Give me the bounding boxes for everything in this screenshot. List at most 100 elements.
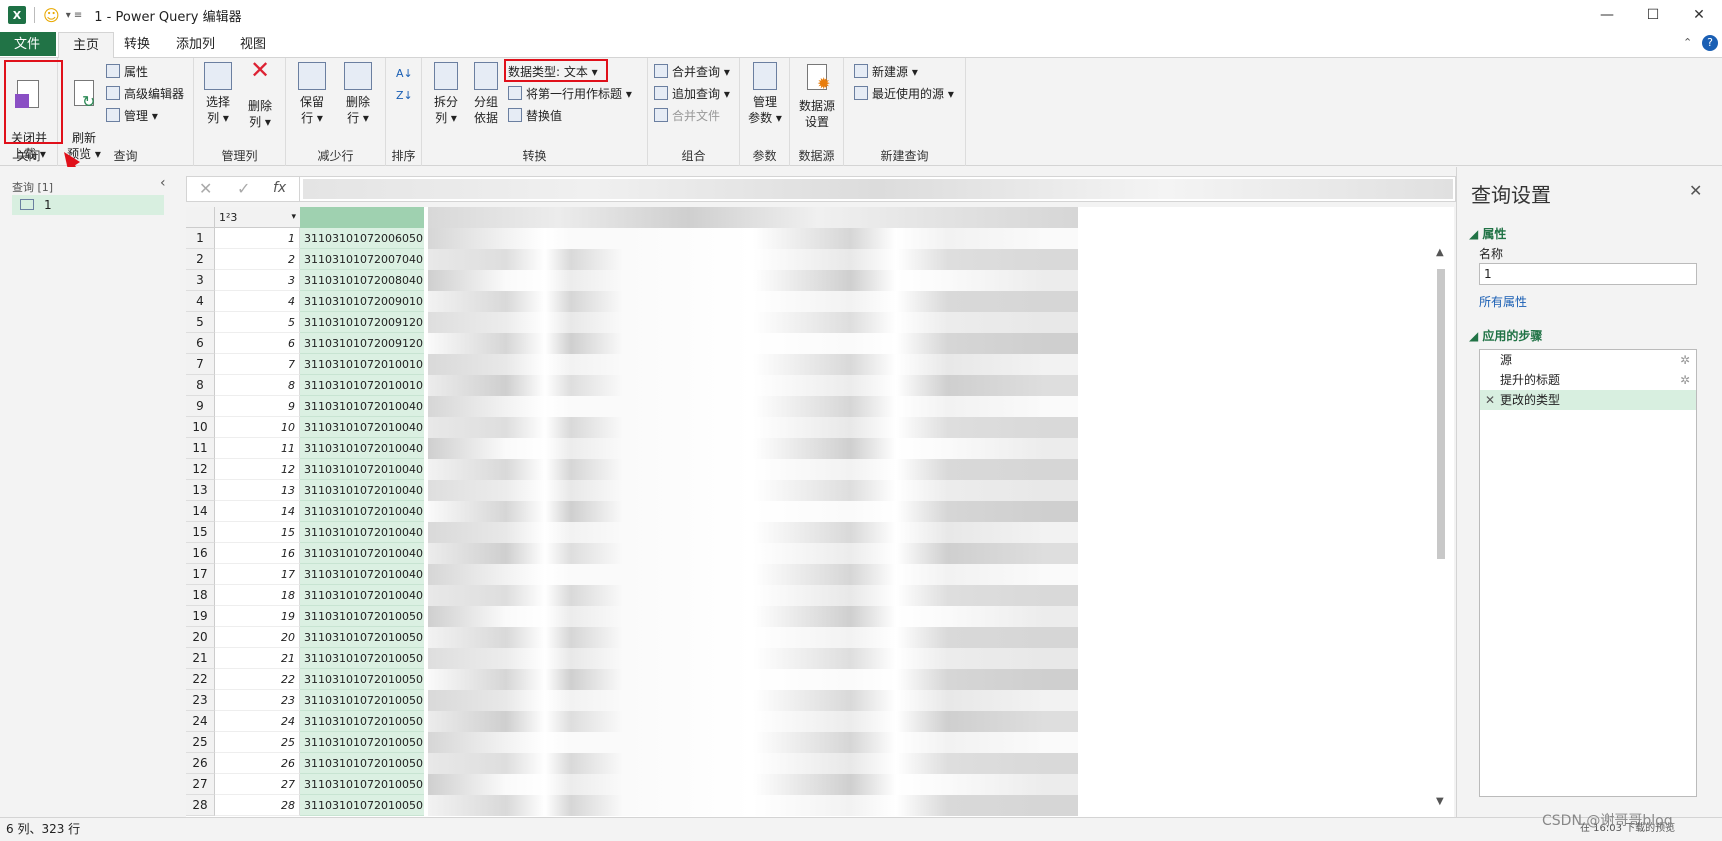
help-icon[interactable]: ? — [1702, 35, 1718, 51]
cell-index[interactable]: 21 — [215, 648, 300, 669]
step-promoted-headers[interactable]: 提升的标题 ✲ — [1480, 370, 1696, 390]
cancel-formula-icon[interactable]: ✕ — [199, 179, 212, 198]
cell-index[interactable]: 13 — [215, 480, 300, 501]
cell-code[interactable]: 31103101072010040... — [300, 543, 424, 564]
cell-index[interactable]: 19 — [215, 606, 300, 627]
row-number[interactable]: 26 — [186, 753, 215, 774]
properties-button[interactable]: 属性 — [106, 62, 148, 82]
row-number[interactable]: 12 — [186, 459, 215, 480]
cell-code[interactable]: 31103101072010040... — [300, 459, 424, 480]
cell-index[interactable]: 23 — [215, 690, 300, 711]
tab-home[interactable]: 主页 — [58, 32, 115, 59]
row-number[interactable]: 5 — [186, 312, 215, 333]
cell-index[interactable]: 17 — [215, 564, 300, 585]
cell-index[interactable]: 5 — [215, 312, 300, 333]
row-number[interactable]: 3 — [186, 270, 215, 291]
cell-code[interactable]: 31103101072010040... — [300, 438, 424, 459]
row-number[interactable]: 11 — [186, 438, 215, 459]
cell-code[interactable]: 31103101072010050... — [300, 795, 424, 816]
name-input[interactable]: 1 — [1479, 263, 1697, 285]
scroll-thumb[interactable] — [1437, 269, 1445, 559]
filter-dropdown-icon[interactable]: ▾ — [291, 207, 296, 228]
scroll-up-icon[interactable]: ▲ — [1436, 247, 1444, 258]
data-source-settings-button[interactable]: ✹ 数据源 设置 — [794, 62, 840, 130]
cell-code[interactable]: 31103101072008040... — [300, 270, 424, 291]
row-number[interactable]: 7 — [186, 354, 215, 375]
row-number[interactable]: 25 — [186, 732, 215, 753]
step-source[interactable]: 源 ✲ — [1480, 350, 1696, 370]
row-number[interactable]: 1 — [186, 228, 215, 249]
group-by-button[interactable]: 分组 依据 — [468, 62, 504, 126]
cell-code[interactable]: 31103101072010050... — [300, 669, 424, 690]
combine-files-button[interactable]: 合并文件 — [654, 106, 720, 126]
cell-code[interactable]: 31103101072009010... — [300, 291, 424, 312]
row-number[interactable]: 19 — [186, 606, 215, 627]
new-source-button[interactable]: 新建源 ▾ — [854, 62, 918, 82]
cell-code[interactable]: 31103101072010040... — [300, 564, 424, 585]
cell-index[interactable]: 3 — [215, 270, 300, 291]
tab-file[interactable]: 文件 — [0, 32, 56, 56]
gear-icon[interactable]: ✲ — [1680, 370, 1690, 390]
cell-index[interactable]: 11 — [215, 438, 300, 459]
cell-code[interactable]: 31103101072007040... — [300, 249, 424, 270]
cell-index[interactable]: 10 — [215, 417, 300, 438]
cell-code[interactable]: 31103101072009120... — [300, 312, 424, 333]
cell-index[interactable]: 27 — [215, 774, 300, 795]
close-button[interactable]: ✕ — [1676, 0, 1722, 30]
row-number[interactable]: 15 — [186, 522, 215, 543]
cell-index[interactable]: 9 — [215, 396, 300, 417]
row-number[interactable]: 18 — [186, 585, 215, 606]
cell-code[interactable]: 31103101072010050... — [300, 732, 424, 753]
row-number[interactable]: 22 — [186, 669, 215, 690]
cell-index[interactable]: 22 — [215, 669, 300, 690]
row-number[interactable]: 20 — [186, 627, 215, 648]
row-number[interactable]: 28 — [186, 795, 215, 816]
collapse-pane-icon[interactable]: ‹ — [160, 175, 166, 191]
step-changed-type[interactable]: ✕ 更改的类型 — [1480, 390, 1696, 410]
cell-index[interactable]: 14 — [215, 501, 300, 522]
append-queries-button[interactable]: 追加查询 ▾ — [654, 84, 730, 104]
cell-code[interactable]: 31103101072010040... — [300, 585, 424, 606]
column-header-1[interactable]: 1²3 ▾ — [215, 207, 300, 228]
tab-transform[interactable]: 转换 — [110, 32, 164, 58]
cell-code[interactable]: 31103101072010040... — [300, 396, 424, 417]
maximize-button[interactable]: ☐ — [1630, 0, 1676, 30]
cell-code[interactable]: 31103101072010050... — [300, 606, 424, 627]
merge-queries-button[interactable]: 合并查询 ▾ — [654, 62, 730, 82]
cell-index[interactable]: 1 — [215, 228, 300, 249]
cell-index[interactable]: 2 — [215, 249, 300, 270]
cell-code[interactable]: 31103101072010040... — [300, 522, 424, 543]
close-settings-icon[interactable]: ✕ — [1689, 181, 1702, 200]
sort-descending-icon[interactable]: Z↓ — [396, 86, 413, 106]
cell-index[interactable]: 15 — [215, 522, 300, 543]
remove-rows-button[interactable]: 删除 行 ▾ — [338, 62, 378, 126]
column-header-2[interactable] — [300, 207, 424, 228]
row-number[interactable]: 21 — [186, 648, 215, 669]
cell-index[interactable]: 25 — [215, 732, 300, 753]
cell-index[interactable]: 28 — [215, 795, 300, 816]
minimize-button[interactable]: — — [1584, 0, 1630, 30]
cell-index[interactable]: 6 — [215, 333, 300, 354]
cell-index[interactable]: 7 — [215, 354, 300, 375]
advanced-editor-button[interactable]: 高级编辑器 — [106, 84, 184, 104]
remove-columns-button[interactable]: ✕ 删除 列 ▾ — [240, 58, 280, 130]
row-number[interactable]: 17 — [186, 564, 215, 585]
quick-access-dropdown-icon[interactable]: ▾ ≡ — [66, 10, 83, 21]
smiley-icon[interactable]: ☺ — [43, 6, 60, 25]
all-properties-link[interactable]: 所有属性 — [1479, 293, 1527, 310]
keep-rows-button[interactable]: 保留 行 ▾ — [292, 62, 332, 126]
cell-index[interactable]: 4 — [215, 291, 300, 312]
cell-code[interactable]: 31103101072010050... — [300, 774, 424, 795]
replace-values-button[interactable]: 替换值 — [508, 106, 562, 126]
cell-code[interactable]: 31103101072010040... — [300, 501, 424, 522]
collapse-ribbon-icon[interactable]: ⌃ — [1683, 36, 1692, 49]
manage-parameters-button[interactable]: 管理 参数 ▾ — [744, 62, 786, 126]
delete-step-icon[interactable]: ✕ — [1485, 390, 1495, 410]
cell-code[interactable]: 31103101072010040... — [300, 417, 424, 438]
confirm-formula-icon[interactable]: ✓ — [237, 179, 250, 198]
cell-index[interactable]: 24 — [215, 711, 300, 732]
tab-view[interactable]: 视图 — [226, 32, 280, 58]
row-number[interactable]: 16 — [186, 543, 215, 564]
row-number[interactable]: 9 — [186, 396, 215, 417]
row-number[interactable]: 27 — [186, 774, 215, 795]
